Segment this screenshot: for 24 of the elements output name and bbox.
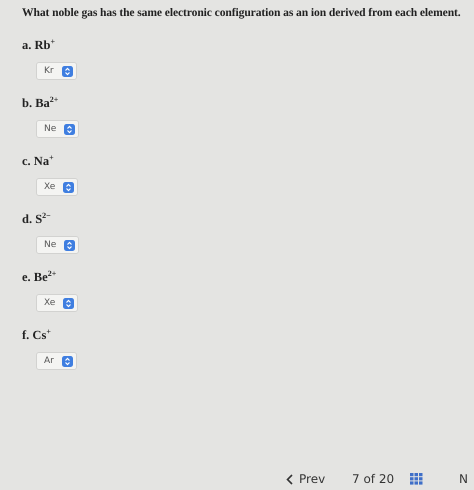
answer-dropdown[interactable]: Xe	[36, 178, 78, 196]
select-arrows-icon	[62, 356, 73, 367]
select-arrows-icon	[64, 240, 76, 251]
grid-icon[interactable]	[410, 473, 423, 485]
page-counter: 7 of 20	[352, 472, 396, 486]
answer-dropdown[interactable]: Ne	[36, 120, 80, 138]
answer-dropdown[interactable]: Ar	[36, 352, 77, 370]
answer-dropdown[interactable]: Ne	[36, 236, 80, 254]
select-arrows-icon	[62, 66, 73, 77]
item-label: d. S$^{2−}$	[22, 210, 51, 228]
select-arrows-icon	[64, 124, 76, 135]
answer-dropdown[interactable]: Xe	[36, 294, 78, 312]
item-label: e. Be$^{2+}$	[22, 268, 56, 286]
item-label: f. Cs$^{+}$	[22, 326, 51, 344]
next-link[interactable]: N	[459, 472, 468, 486]
item-label: c. Na$^{+}$	[22, 152, 54, 170]
chevron-left-icon	[286, 474, 293, 484]
answer-dropdown[interactable]: Kr	[36, 62, 77, 80]
question-text: What noble gas has the same electronic configuration as an ion derived from each element.	[22, 5, 462, 21]
select-arrows-icon	[63, 298, 74, 309]
item-label: b. Ba$^{2+}$	[22, 94, 58, 112]
prev-link[interactable]: Prev	[286, 472, 352, 486]
item-label: a. Rb$^{+}$	[22, 36, 56, 54]
select-arrows-icon	[63, 182, 74, 193]
